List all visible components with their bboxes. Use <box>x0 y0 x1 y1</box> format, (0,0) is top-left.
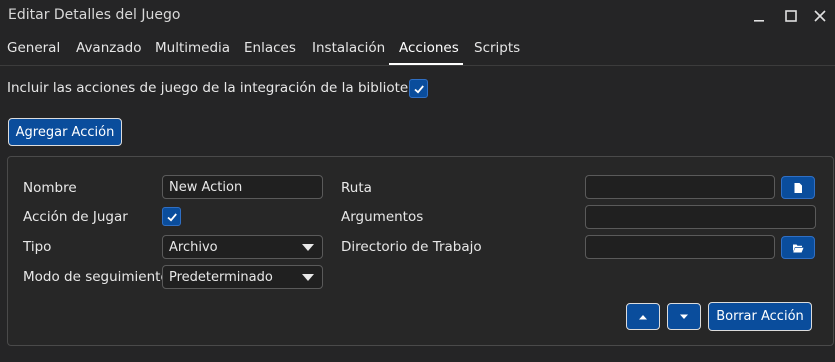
checkmark-icon <box>413 84 424 93</box>
tab-multimedia[interactable]: Multimedia <box>155 40 230 56</box>
path-label: Ruta <box>341 180 372 196</box>
tab-general[interactable]: General <box>7 40 60 56</box>
tab-enlaces[interactable]: Enlaces <box>244 40 296 56</box>
name-input[interactable]: New Action <box>162 175 323 199</box>
arguments-input[interactable] <box>585 205 816 229</box>
folder-open-icon <box>793 244 804 252</box>
tab-instalacion[interactable]: Instalación <box>312 40 385 56</box>
chevron-down-icon <box>302 274 314 281</box>
tab-scripts[interactable]: Scripts <box>474 40 520 56</box>
type-value: Archivo <box>169 239 218 255</box>
tracking-mode-value: Predeterminado <box>169 269 273 285</box>
browse-file-button[interactable] <box>781 176 815 199</box>
type-select[interactable]: Archivo <box>162 235 323 259</box>
tracking-mode-select[interactable]: Predeterminado <box>162 265 323 289</box>
maximize-icon <box>785 10 797 22</box>
checkmark-icon <box>166 212 177 221</box>
include-library-actions-checkbox[interactable] <box>409 79 428 98</box>
close-button[interactable] <box>805 0 835 32</box>
close-icon <box>814 10 826 22</box>
window-title: Editar Detalles del Juego <box>8 7 181 23</box>
arguments-label: Argumentos <box>341 209 424 225</box>
minimize-icon <box>754 20 764 22</box>
play-action-checkbox[interactable] <box>162 207 181 226</box>
type-label: Tipo <box>23 239 52 255</box>
caret-down-icon <box>680 314 688 319</box>
working-directory-label: Directorio de Trabajo <box>341 239 482 255</box>
name-label: Nombre <box>23 180 77 196</box>
tracking-mode-label: Modo de seguimiento <box>23 269 169 285</box>
chevron-down-icon <box>302 244 314 251</box>
add-action-button[interactable]: Agregar Acción <box>8 118 122 146</box>
tab-bar: General Avanzado Multimedia Enlaces Inst… <box>0 36 835 66</box>
path-input[interactable] <box>585 175 775 199</box>
caret-up-icon <box>639 314 647 319</box>
active-tab-indicator <box>389 63 463 65</box>
tab-avanzado[interactable]: Avanzado <box>76 40 141 56</box>
include-library-actions-label: Incluir las acciones de juego de la inte… <box>7 80 429 96</box>
remove-action-button[interactable]: Borrar Acción <box>708 302 812 331</box>
title-bar: Editar Detalles del Juego <box>0 0 835 32</box>
browse-folder-button[interactable] <box>781 236 815 259</box>
file-icon <box>794 182 802 193</box>
minimize-button[interactable] <box>744 0 774 32</box>
move-down-button[interactable] <box>667 303 701 330</box>
move-up-button[interactable] <box>626 303 660 330</box>
working-directory-input[interactable] <box>585 235 775 259</box>
maximize-button[interactable] <box>776 0 806 32</box>
tab-acciones[interactable]: Acciones <box>399 40 459 56</box>
play-action-label: Acción de Jugar <box>23 209 128 225</box>
